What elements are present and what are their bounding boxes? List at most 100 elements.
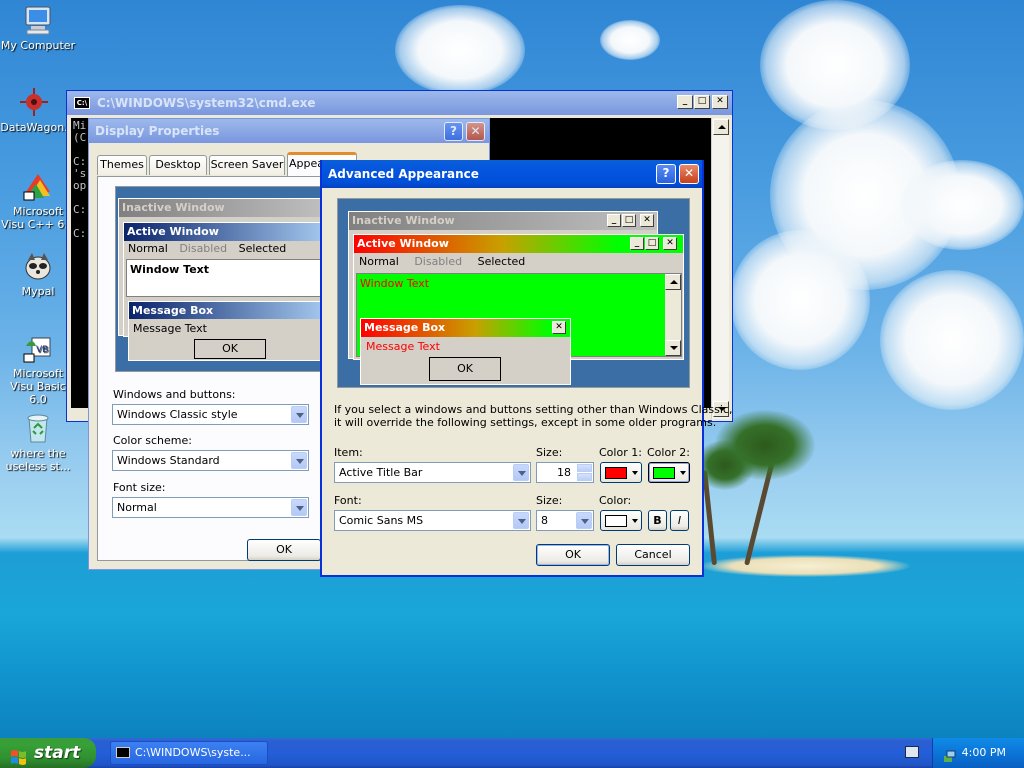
ok-button[interactable]: OK — [536, 544, 610, 566]
maximize-button[interactable]: □ — [694, 95, 710, 109]
preview-active-title: Active Window — [357, 237, 449, 250]
cmd-icon: C:\ — [74, 97, 90, 109]
windows-buttons-select[interactable]: Windows Classic style — [112, 404, 309, 425]
font-size-label: Size: — [536, 494, 563, 507]
desktop-icon-label: Microsoft Visu Basic 6.0 — [10, 367, 66, 406]
close-icon: ✕ — [663, 237, 677, 250]
spinner-value: 18 — [557, 466, 571, 479]
help-button[interactable]: ? — [656, 164, 676, 184]
spin-down-icon[interactable] — [577, 473, 592, 481]
ok-button[interactable]: OK — [247, 539, 321, 561]
clock[interactable]: 4:00 PM — [962, 746, 1006, 759]
chevron-down-icon — [680, 471, 686, 475]
cloud — [730, 230, 870, 370]
cloud — [880, 270, 1024, 410]
close-button[interactable]: ✕ — [466, 122, 485, 141]
windows-buttons-label: Windows and buttons: — [113, 388, 236, 401]
advanced-appearance-dialog[interactable]: Advanced Appearance ? ✕ Inactive Window … — [320, 160, 732, 577]
minimize-icon: _ — [607, 214, 621, 227]
cmd-scrollbar[interactable] — [711, 118, 729, 419]
font-color-button[interactable] — [600, 510, 642, 531]
chevron-down-icon[interactable] — [291, 406, 307, 423]
scroll-up-button[interactable] — [713, 119, 729, 135]
cloud — [600, 20, 660, 60]
cmd-titlebar[interactable]: C:\ C:\WINDOWS\system32\cmd.exe _ □ ✕ — [67, 91, 732, 115]
display-properties-titlebar[interactable]: Display Properties ? ✕ — [89, 119, 489, 143]
help-button[interactable]: ? — [444, 122, 463, 141]
item-select[interactable]: Active Title Bar — [334, 462, 531, 483]
color2-button[interactable] — [648, 462, 690, 483]
cloud — [395, 5, 525, 95]
preview-message-text: Message Text — [133, 322, 207, 335]
italic-button[interactable]: I — [670, 510, 689, 531]
desktop-icon-datawagon[interactable]: DataWagon. — [0, 86, 72, 134]
preview-inactive-title: Inactive Window — [352, 214, 455, 227]
maximize-icon: □ — [645, 237, 659, 250]
color2-label: Color 2: — [647, 446, 690, 459]
close-button[interactable]: ✕ — [679, 164, 699, 184]
island — [700, 555, 910, 577]
item-label: Item: — [334, 446, 363, 459]
chevron-down-icon[interactable] — [576, 512, 592, 529]
minimize-button[interactable]: _ — [677, 95, 693, 109]
preview-ok-button: OK — [429, 357, 501, 381]
chevron-down-icon[interactable] — [513, 512, 529, 529]
taskbar-item-cmd[interactable]: C:\WINDOWS\syste... — [110, 741, 268, 765]
font-size-select[interactable]: 8 — [536, 510, 594, 531]
system-tray: 4:00 PM — [932, 738, 1024, 768]
start-button[interactable]: start — [0, 738, 96, 768]
appearance-preview: Inactive Window Active Window Normal Dis… — [115, 186, 335, 372]
cancel-button[interactable]: Cancel — [616, 544, 690, 566]
close-button[interactable]: ✕ — [712, 95, 728, 109]
desktop-icon-mypal[interactable]: Mypal — [0, 250, 76, 298]
color1-button[interactable] — [600, 462, 642, 483]
network-icon[interactable] — [943, 746, 957, 762]
windows-logo-icon — [10, 745, 27, 765]
font-size-select[interactable]: Normal — [112, 497, 309, 518]
tab-label: Screen Saver — [210, 158, 284, 171]
keyboard-icon[interactable] — [905, 746, 919, 758]
chevron-down-icon[interactable] — [513, 464, 529, 481]
desktop-icon-msvb[interactable]: VB Microsoft Visu Basic 6.0 — [0, 332, 76, 406]
maximize-icon: □ — [622, 214, 636, 227]
advanced-appearance-titlebar[interactable]: Advanced Appearance ? ✕ — [322, 160, 702, 188]
desktop-icon-my-computer[interactable]: My Computer — [0, 4, 76, 52]
preview-message-titlebar: Message Box ✕ — [361, 319, 570, 337]
svg-text:VB: VB — [36, 345, 48, 355]
chevron-down-icon[interactable] — [291, 452, 307, 469]
spin-up-icon[interactable] — [577, 464, 592, 472]
preview-inactive-titlebar: Inactive Window _ □ ✕ — [349, 212, 657, 230]
tab-desktop[interactable]: Desktop — [149, 155, 207, 175]
datawagon-icon — [18, 86, 50, 118]
info-text-line-2: it will override the following settings,… — [334, 416, 717, 429]
select-value: Windows Classic style — [117, 408, 238, 421]
preview-inactive-title: Inactive Window — [119, 199, 327, 217]
preview-window-text: Window Text — [126, 259, 326, 297]
color-swatch — [605, 467, 627, 479]
menu-disabled: Disabled — [414, 255, 463, 268]
color1-label: Color 1: — [599, 446, 642, 459]
close-icon: ✕ — [640, 214, 654, 227]
chevron-down-icon — [632, 519, 638, 523]
chevron-down-icon — [632, 471, 638, 475]
preview-message-box: Message Box ✕ Message Text OK — [360, 318, 571, 385]
font-select[interactable]: Comic Sans MS — [334, 510, 531, 531]
preview-active-title: Active Window — [124, 223, 327, 241]
item-size-spinner[interactable]: 18 — [536, 462, 594, 483]
preview-window-text: Window Text — [360, 277, 430, 290]
preview-scroll-up — [665, 274, 681, 290]
task-label: C:\WINDOWS\syste... — [135, 746, 251, 759]
preview-active-titlebar: Active Window _ □ ✕ — [354, 235, 683, 253]
advanced-preview: Inactive Window _ □ ✕ Active Window _ □ … — [337, 198, 690, 388]
select-value: Comic Sans MS — [339, 514, 424, 527]
desktop-icon-msvc[interactable]: Microsoft Visu C++ 6.0 — [0, 170, 76, 231]
color-scheme-select[interactable]: Windows Standard — [112, 450, 309, 471]
tab-themes[interactable]: Themes — [97, 155, 147, 175]
select-value: Normal — [117, 501, 157, 514]
desktop-icon-label: Microsoft Visu C++ 6.0 — [1, 205, 75, 231]
desktop-icon-recycle-bin[interactable]: where the useless st... — [0, 412, 76, 473]
tab-label: Themes — [100, 158, 144, 171]
tab-screen-saver[interactable]: Screen Saver — [209, 155, 285, 175]
chevron-down-icon[interactable] — [291, 499, 307, 516]
bold-button[interactable]: B — [648, 510, 667, 531]
